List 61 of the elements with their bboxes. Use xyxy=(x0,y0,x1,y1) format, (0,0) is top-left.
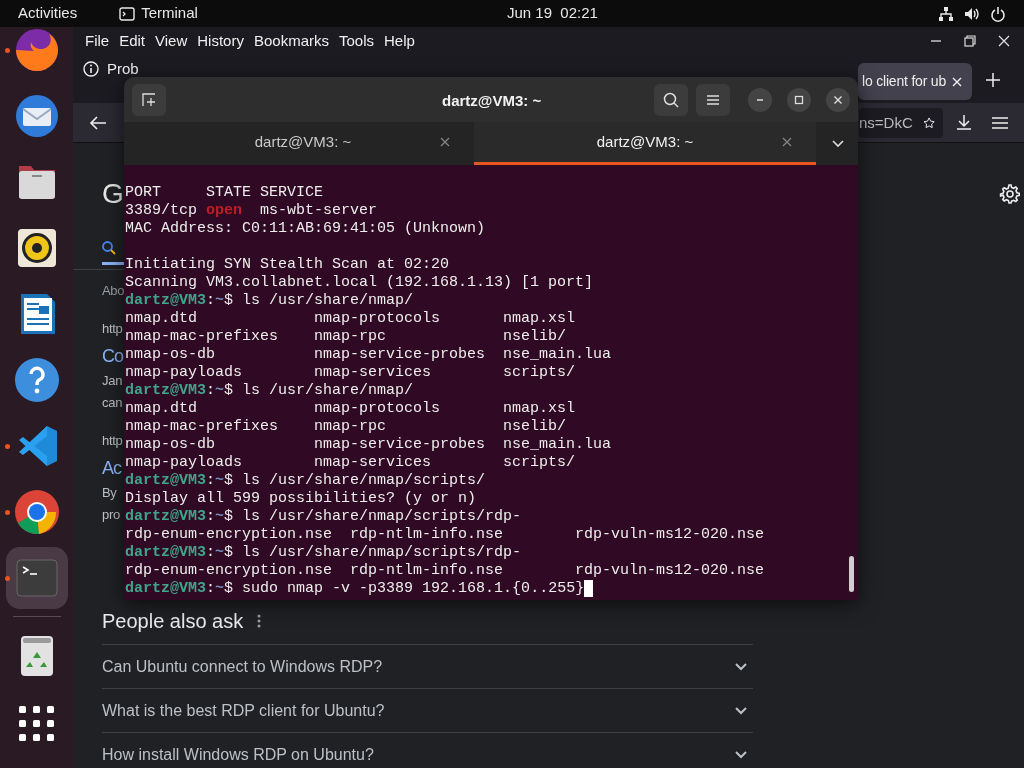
output-line: nmap-os-db nmap-service-probes nse_main.lua xyxy=(125,436,612,453)
command-text: ls /usr/share/nmap/scripts/ xyxy=(242,472,486,489)
question-row[interactable]: What is the best RDP client for Ubuntu? xyxy=(102,689,753,733)
activities-button[interactable]: Activities xyxy=(18,2,78,25)
section-heading: People also ask xyxy=(102,609,244,634)
menu-item[interactable]: File xyxy=(80,29,115,53)
output-line: nmap.dtd nmap-protocols nmap.xsl xyxy=(125,400,576,417)
command-text: sudo nmap -v -p3389 192.168.1.{0..255} xyxy=(242,580,585,597)
prompt: dartz@VM3:~$ xyxy=(125,382,234,399)
terminal-tab[interactable]: dartz@VM3: ~ xyxy=(474,122,816,165)
prompt: dartz@VM3:~$ xyxy=(125,472,234,489)
result-count-text: Abo xyxy=(102,282,125,300)
port-number: 3389/tcp xyxy=(125,202,197,219)
output-line: MAC Address: C0:11:AB:69:41:05 (Unknown) xyxy=(125,220,486,237)
menu-item[interactable]: History xyxy=(192,29,249,53)
output-line: nmap-os-db nmap-service-probes nse_main.lua xyxy=(125,346,612,363)
menu-item[interactable]: Help xyxy=(379,29,420,53)
output-line: nmap-payloads nmap-services scripts/ xyxy=(125,454,576,471)
output-line: nmap-mac-prefixes nmap-rpc nselib/ xyxy=(125,418,567,435)
command-text: ls /usr/share/nmap/scripts/rdp- xyxy=(242,544,522,561)
port-state: open xyxy=(206,202,243,219)
browser-tab[interactable]: lo client for ub xyxy=(858,63,972,100)
output-line: Display all 599 possibilities? (y or n) xyxy=(125,490,477,507)
logo: G xyxy=(102,177,124,211)
output-line: nmap-payloads nmap-services scripts/ xyxy=(125,364,576,381)
result-url[interactable]: http xyxy=(102,318,123,340)
app-name[interactable]: Terminal xyxy=(141,2,198,25)
prompt: dartz@VM3:~$ xyxy=(125,580,234,597)
result-title[interactable]: Co xyxy=(102,342,123,370)
clock[interactable]: Jun 19 02:21 xyxy=(507,2,598,25)
window-title: dartz@VM3: ~ xyxy=(442,91,542,111)
output-line: nmap-mac-prefixes nmap-rpc nselib/ xyxy=(125,328,567,345)
prompt: dartz@VM3:~$ xyxy=(125,508,234,525)
menu-item[interactable]: Tools xyxy=(334,29,379,53)
question-row[interactable]: How install Windows RDP on Ubuntu? xyxy=(102,733,753,768)
output-line: nmap.dtd nmap-protocols nmap.xsl xyxy=(125,310,576,327)
terminal-tab[interactable]: dartz@VM3: ~ xyxy=(132,122,474,165)
menu-item[interactable]: View xyxy=(150,29,193,53)
result-snippet: pro xyxy=(102,506,120,524)
output-line: rdp-enum-encryption.nse rdp-ntlm-info.nse rdp-vuln-ms12-020.nse xyxy=(125,562,765,579)
result-snippet: can xyxy=(102,394,123,412)
command-text: ls /usr/share/nmap/ xyxy=(242,292,414,309)
command-text: ls /usr/share/nmap/ xyxy=(242,382,414,399)
result-url[interactable]: http xyxy=(102,430,123,452)
menu-item[interactable]: Edit xyxy=(114,29,151,53)
question-row[interactable]: Can Ubuntu connect to Windows RDP? xyxy=(102,645,753,689)
menu-item[interactable]: Bookmarks xyxy=(248,29,334,53)
result-title[interactable]: Ac xyxy=(102,454,121,482)
tab-title: lo client for ub xyxy=(862,72,946,91)
output-line: rdp-enum-encryption.nse rdp-ntlm-info.nse rdp-vuln-ms12-020.nse xyxy=(125,526,765,543)
prompt: dartz@VM3:~$ xyxy=(125,544,234,561)
address-bar[interactable]: ns=DkC xyxy=(859,108,943,138)
result-snippet: By xyxy=(102,484,117,502)
output-line: Initiating SYN Stealth Scan at 02:20 xyxy=(125,256,450,273)
result-snippet: Jan xyxy=(102,372,123,390)
tab-title[interactable]: Prob xyxy=(107,61,139,77)
prompt: dartz@VM3:~$ xyxy=(125,292,234,309)
output-line: PORT STATE SERVICE xyxy=(125,184,324,201)
service-name: ms-wbt-server xyxy=(260,202,378,219)
output-line: Scanning VM3.collabnet.local (192.168.1.13) [1 port] xyxy=(125,274,594,291)
command-text: ls /usr/share/nmap/scripts/rdp- xyxy=(242,508,522,525)
